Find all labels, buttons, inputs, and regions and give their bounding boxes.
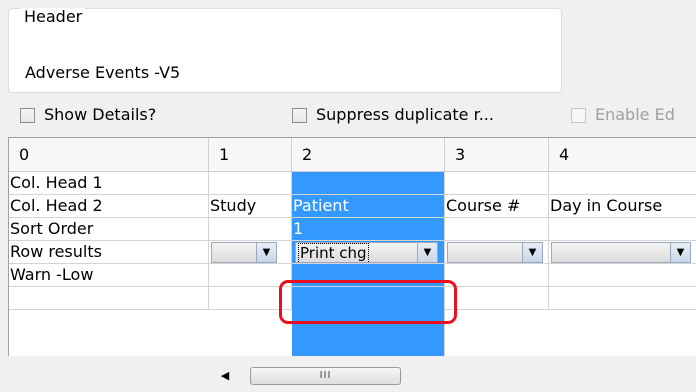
row-results-dropdown-2[interactable]: Print chg ▼	[295, 242, 438, 263]
grid-cell-selected[interactable]	[292, 172, 445, 195]
show-details-checkbox[interactable]: Show Details?	[20, 104, 156, 126]
column-header-1[interactable]: 1	[209, 138, 292, 172]
suppress-duplicate-checkbox[interactable]: Suppress duplicate r...	[292, 104, 494, 126]
grid-cell[interactable]	[209, 264, 292, 287]
checkbox-box	[571, 107, 586, 123]
grid-cell-selected: Print chg ▼	[292, 241, 445, 264]
grid-cell[interactable]	[549, 172, 696, 195]
header-group-legend: Header	[21, 8, 86, 26]
column-header-4[interactable]: 4	[549, 138, 696, 172]
grid-cell[interactable]	[445, 264, 549, 287]
row-label-col-head-1: Col. Head 1	[9, 172, 209, 195]
show-details-label: Show Details?	[44, 105, 157, 124]
grid-cell-selected[interactable]: Patient	[292, 195, 445, 218]
suppress-duplicate-label: Suppress duplicate r...	[316, 105, 494, 124]
grid-cell-selected[interactable]	[292, 264, 445, 287]
dropdown-arrow-icon[interactable]: ▼	[256, 243, 276, 262]
header-group: Header Adverse Events -V5	[8, 8, 562, 93]
row-results-dropdown-4[interactable]: ▼	[551, 242, 691, 263]
enable-edit-checkbox: Enable Ed	[571, 104, 675, 126]
grid-cell-selected[interactable]: 1	[292, 218, 445, 241]
grid-empty-area	[445, 310, 696, 356]
grid-cell: ▼	[549, 241, 696, 264]
results-grid[interactable]: 0 1 2 3 4 Col. Head 1 Col. Head 2 Study …	[8, 137, 696, 356]
dropdown-arrow-icon[interactable]: ▼	[417, 243, 437, 262]
checkbox-box[interactable]	[292, 107, 307, 123]
grid-empty-area	[9, 310, 292, 356]
dropdown-arrow-icon[interactable]: ▼	[522, 243, 542, 262]
grid-cell[interactable]: Day in Course	[549, 195, 696, 218]
row-label-row-results: Row results	[9, 241, 209, 264]
grid-cell: ▼	[209, 241, 292, 264]
grid-cell[interactable]	[209, 172, 292, 195]
horizontal-scrollbar[interactable]: ◀ III	[207, 366, 447, 386]
grid-cell[interactable]: Course #	[445, 195, 549, 218]
scrollbar-thumb[interactable]: III	[250, 367, 401, 385]
dropdown-selected-value: Print chg	[298, 243, 369, 263]
grid-cell[interactable]	[209, 218, 292, 241]
checkbox-box[interactable]	[20, 107, 35, 123]
row-results-dropdown-3[interactable]: ▼	[447, 242, 543, 263]
grid-cell[interactable]	[445, 172, 549, 195]
dropdown-arrow-icon[interactable]: ▼	[670, 243, 690, 262]
grid-cell: ▼	[445, 241, 549, 264]
scroll-left-icon[interactable]: ◀	[215, 366, 235, 386]
grid-cell[interactable]	[445, 287, 549, 310]
column-header-3[interactable]: 3	[445, 138, 549, 172]
column-header-0[interactable]: 0	[9, 138, 209, 172]
row-label-warn-low: Warn -Low	[9, 264, 209, 287]
options-row: Show Details? Suppress duplicate r... En…	[0, 104, 696, 130]
row-label-sort-order: Sort Order	[9, 218, 209, 241]
grid-cell[interactable]	[549, 287, 696, 310]
row-label-partial	[9, 287, 209, 310]
grid-cell[interactable]	[445, 218, 549, 241]
enable-edit-label: Enable Ed	[595, 105, 675, 124]
row-label-col-head-2: Col. Head 2	[9, 195, 209, 218]
grid-cell-selected[interactable]	[292, 287, 445, 356]
grid-cell[interactable]	[549, 218, 696, 241]
header-value: Adverse Events -V5	[25, 63, 181, 82]
column-header-2[interactable]: 2	[292, 138, 445, 172]
grid-cell[interactable]	[549, 264, 696, 287]
scroll-grip-icon: III	[319, 370, 332, 381]
grid-cell[interactable]: Study	[209, 195, 292, 218]
grid-cell[interactable]	[209, 287, 292, 310]
row-results-dropdown-1[interactable]: ▼	[211, 242, 277, 263]
